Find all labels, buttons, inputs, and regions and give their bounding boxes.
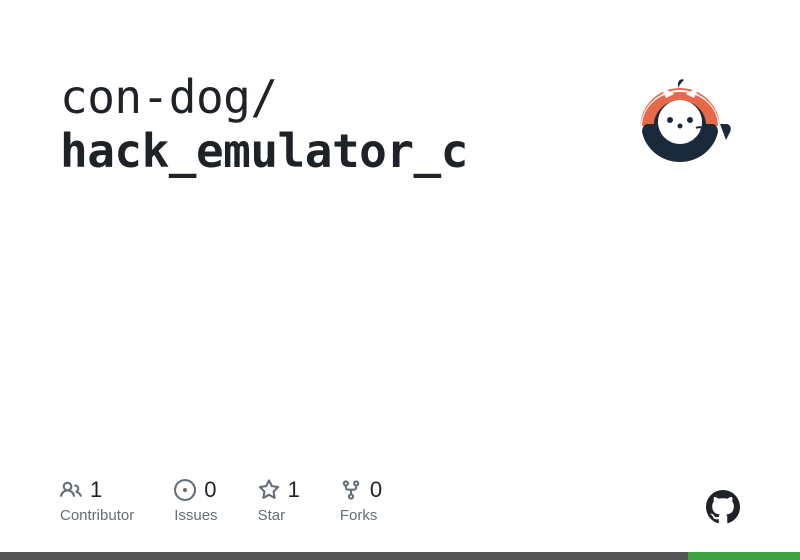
star-icon — [258, 479, 280, 501]
fork-icon — [340, 479, 362, 501]
avatar[interactable] — [620, 70, 740, 190]
stars-value: 1 — [288, 477, 300, 503]
stat-forks[interactable]: 0 Forks — [340, 477, 382, 524]
issue-icon — [174, 479, 196, 501]
language-bar — [0, 552, 800, 560]
repo-owner[interactable]: con-dog/ — [60, 70, 278, 124]
repo-social-card: con-dog/ hack_emulator_c 1 — [0, 0, 800, 560]
stat-stars[interactable]: 1 Star — [258, 477, 300, 524]
language-segment-other — [688, 552, 800, 560]
github-logo-icon[interactable] — [706, 490, 740, 524]
repo-title: con-dog/ hack_emulator_c — [60, 70, 468, 179]
repo-name[interactable]: hack_emulator_c — [60, 124, 468, 178]
issues-value: 0 — [204, 477, 216, 503]
language-segment-c — [0, 552, 688, 560]
issues-label: Issues — [174, 507, 217, 524]
title-row: con-dog/ hack_emulator_c — [60, 70, 740, 190]
forks-label: Forks — [340, 507, 382, 524]
stats: 1 Contributor 0 Issues 1 Star — [60, 477, 382, 524]
stats-row: 1 Contributor 0 Issues 1 Star — [60, 477, 740, 524]
forks-value: 0 — [370, 477, 382, 503]
stat-contributors[interactable]: 1 Contributor — [60, 477, 134, 524]
people-icon — [60, 479, 82, 501]
contributors-label: Contributor — [60, 507, 134, 524]
contributors-value: 1 — [90, 477, 102, 503]
stat-issues[interactable]: 0 Issues — [174, 477, 217, 524]
stars-label: Star — [258, 507, 300, 524]
